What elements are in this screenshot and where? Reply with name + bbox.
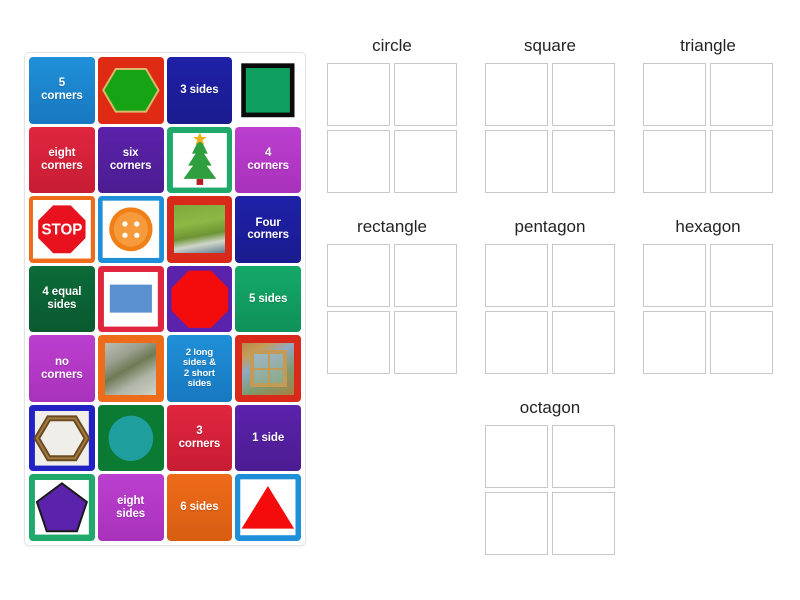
drop-slots	[325, 244, 459, 374]
tile-t10[interactable]	[97, 196, 164, 263]
drop-slot[interactable]	[327, 311, 390, 374]
tile-t13[interactable]: 4 equal sides	[29, 265, 95, 333]
drop-slot[interactable]	[485, 244, 548, 307]
group-title: hexagon	[675, 217, 741, 236]
drop-slot[interactable]	[552, 63, 615, 126]
tile-t14[interactable]	[97, 265, 164, 333]
tile-label: 3 sides	[180, 83, 219, 96]
tile-t23[interactable]: 3 corners	[166, 404, 233, 472]
tile-label: 6 sides	[180, 501, 219, 514]
group-title: rectangle	[357, 217, 427, 236]
activity-canvas: 5 corners 3 sides eight corners six corners 4 co…	[0, 0, 800, 600]
drop-slot[interactable]	[394, 311, 457, 374]
tile-t8[interactable]: 4 corners	[235, 126, 301, 194]
tile-t22[interactable]	[97, 404, 164, 472]
drop-slot[interactable]	[643, 63, 706, 126]
tile-t3[interactable]: 3 sides	[166, 57, 233, 124]
tile-label: 5 corners	[41, 77, 83, 103]
tile-t15[interactable]	[166, 265, 233, 333]
tile-label: 5 sides	[248, 292, 288, 305]
tile-t25[interactable]	[29, 474, 95, 541]
drop-slot[interactable]	[552, 311, 615, 374]
group-title: pentagon	[514, 217, 586, 236]
drop-group-rectangle: rectangle	[325, 217, 459, 374]
tile-t28[interactable]	[235, 474, 301, 541]
drop-slot[interactable]	[485, 311, 548, 374]
drop-slots	[325, 63, 459, 193]
drop-slot[interactable]	[327, 130, 390, 193]
tile-grid: 5 corners 3 sides eight corners six corners 4 co…	[29, 57, 301, 541]
tile-t18[interactable]	[97, 335, 164, 402]
tile-t19[interactable]: 2 long sides & 2 short sides	[166, 335, 233, 402]
drop-slot[interactable]	[394, 63, 457, 126]
drop-slot[interactable]	[485, 130, 548, 193]
svg-text:STOP: STOP	[41, 222, 82, 239]
tile-t16[interactable]: 5 sides	[235, 265, 301, 333]
tile-t5[interactable]: eight corners	[29, 126, 95, 194]
drop-slots	[641, 244, 775, 374]
drop-slot[interactable]	[485, 425, 548, 488]
tile-t9[interactable]: STOP	[29, 196, 95, 263]
tile-panel: 5 corners 3 sides eight corners six corners 4 co…	[24, 52, 306, 546]
tile-t1[interactable]: 5 corners	[29, 57, 95, 124]
drop-slot[interactable]	[394, 130, 457, 193]
tile-label: 3 corners	[178, 425, 221, 451]
drop-group-octagon: octagon	[483, 398, 617, 555]
drop-slot[interactable]	[710, 130, 773, 193]
drop-slot[interactable]	[552, 130, 615, 193]
drop-slot[interactable]	[485, 63, 548, 126]
tile-t2[interactable]	[97, 57, 164, 124]
drop-slot[interactable]	[327, 63, 390, 126]
drop-slot[interactable]	[710, 244, 773, 307]
drop-group-square: square	[483, 36, 617, 193]
group-title: triangle	[680, 36, 736, 55]
tile-t26[interactable]: eight sides	[97, 474, 164, 541]
drop-slot[interactable]	[643, 311, 706, 374]
tile-t20[interactable]	[235, 335, 301, 402]
tile-label: eight sides	[116, 494, 146, 520]
drop-slots	[641, 63, 775, 193]
tile-label: 2 long sides & 2 short sides	[182, 346, 216, 389]
tile-t12[interactable]: Four corners	[235, 196, 301, 263]
drop-slot[interactable]	[552, 425, 615, 488]
tile-label: eight corners	[41, 146, 83, 172]
tile-label: 1 side	[252, 431, 285, 444]
tile-t27[interactable]: 6 sides	[166, 474, 233, 541]
drop-group-hexagon: hexagon	[641, 217, 775, 374]
tile-label: Four corners	[247, 216, 289, 242]
drop-slot[interactable]	[552, 492, 615, 555]
drop-slot[interactable]	[394, 244, 457, 307]
drop-slots	[483, 425, 617, 555]
drop-group-pentagon: pentagon	[483, 217, 617, 374]
drop-slot[interactable]	[643, 244, 706, 307]
group-title: circle	[372, 36, 412, 55]
tile-t7[interactable]	[166, 126, 233, 194]
drop-slot[interactable]	[485, 492, 548, 555]
group-title: square	[524, 36, 576, 55]
drop-slot[interactable]	[643, 130, 706, 193]
group-title: octagon	[519, 398, 581, 417]
tile-t24[interactable]: 1 side	[235, 404, 301, 472]
drop-slot[interactable]	[710, 63, 773, 126]
tile-t17[interactable]: no corners	[29, 335, 95, 402]
drop-slot[interactable]	[327, 244, 390, 307]
drop-slots	[483, 244, 617, 374]
drop-slot[interactable]	[552, 244, 615, 307]
drop-slot[interactable]	[710, 311, 773, 374]
drop-slots	[483, 63, 617, 193]
tile-t11[interactable]	[166, 196, 233, 263]
drop-group-triangle: triangle	[641, 36, 775, 193]
drop-group-circle: circle	[325, 36, 459, 193]
tile-label: no corners	[41, 355, 83, 381]
tile-t21[interactable]	[29, 404, 95, 472]
tile-label: six corners	[109, 146, 152, 172]
tile-label: 4 equal sides	[42, 286, 82, 311]
tile-label: 4 corners	[247, 146, 289, 172]
tile-t6[interactable]: six corners	[97, 126, 164, 194]
tile-t4[interactable]	[235, 57, 301, 124]
